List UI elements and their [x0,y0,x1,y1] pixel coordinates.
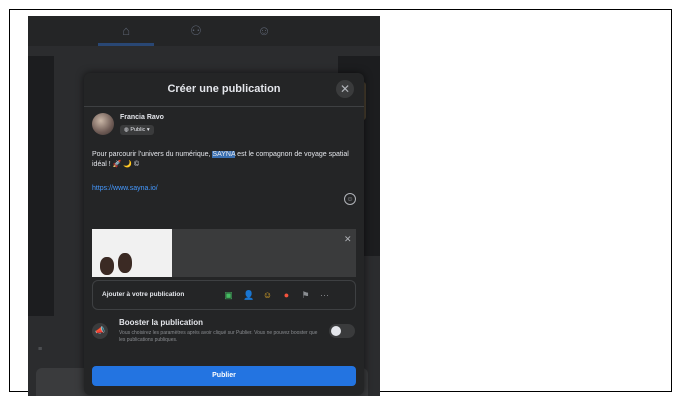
preview-close-icon[interactable]: ✕ [344,234,352,245]
background-feed-left [28,56,54,316]
boost-description: Vous choisirez les paramètres après avoi… [119,330,318,343]
flag-icon[interactable]: ⚑ [300,290,311,301]
add-to-post-label: Ajouter à votre publication [102,291,185,298]
privacy-label: Public ▾ [130,127,150,133]
boost-toggle[interactable] [329,324,355,338]
user-name: Francia Ravo [120,114,164,121]
friends-icon[interactable]: ⚇ [188,23,204,39]
divider [84,106,364,107]
tag-people-icon[interactable]: 👤 [243,290,254,301]
preview-person [118,253,132,273]
post-text-before: Pour parcourir l'univers du numérique, [92,151,213,158]
modal-title: Créer une publication [167,83,281,95]
post-text-input[interactable]: Pour parcourir l'univers du numérique, S… [92,150,354,170]
more-icon[interactable]: ··· [319,290,330,301]
photo-icon[interactable]: ▣ [223,290,234,301]
emoji-icon[interactable]: ☺ [344,193,356,205]
background-menu-icon: ≡ [38,346,43,353]
close-icon[interactable]: ✕ [336,80,354,98]
location-icon[interactable]: ● [281,290,292,301]
create-post-modal: Créer une publication ✕ Francia Ravo ◍ P… [84,73,364,395]
megaphone-icon: 📣 [92,323,108,339]
preview-image [92,229,172,277]
feeling-icon[interactable]: ☺ [262,290,273,301]
app-screen: ⌂ ⚇ ☺ ✕ ≡ Créer une publication ✕ Franci… [28,16,380,396]
link-preview[interactable]: ✕ [92,229,356,277]
post-link[interactable]: https://www.sayna.io/ [92,185,158,192]
toggle-knob [331,326,341,336]
add-to-post-bar: Ajouter à votre publication ▣ 👤 ☺ ● ⚑ ··… [92,280,356,310]
active-tab-indicator [98,43,154,46]
privacy-selector[interactable]: ◍ Public ▾ [120,125,154,135]
groups-icon[interactable]: ☺ [256,23,272,39]
preview-person [100,257,114,275]
avatar [92,113,114,135]
boost-title: Booster la publication [119,318,204,327]
home-icon[interactable]: ⌂ [118,23,134,39]
top-navigation: ⌂ ⚇ ☺ [28,16,380,46]
highlighted-mention: SAYNA [212,151,236,158]
publish-button[interactable]: Publier [92,366,356,386]
